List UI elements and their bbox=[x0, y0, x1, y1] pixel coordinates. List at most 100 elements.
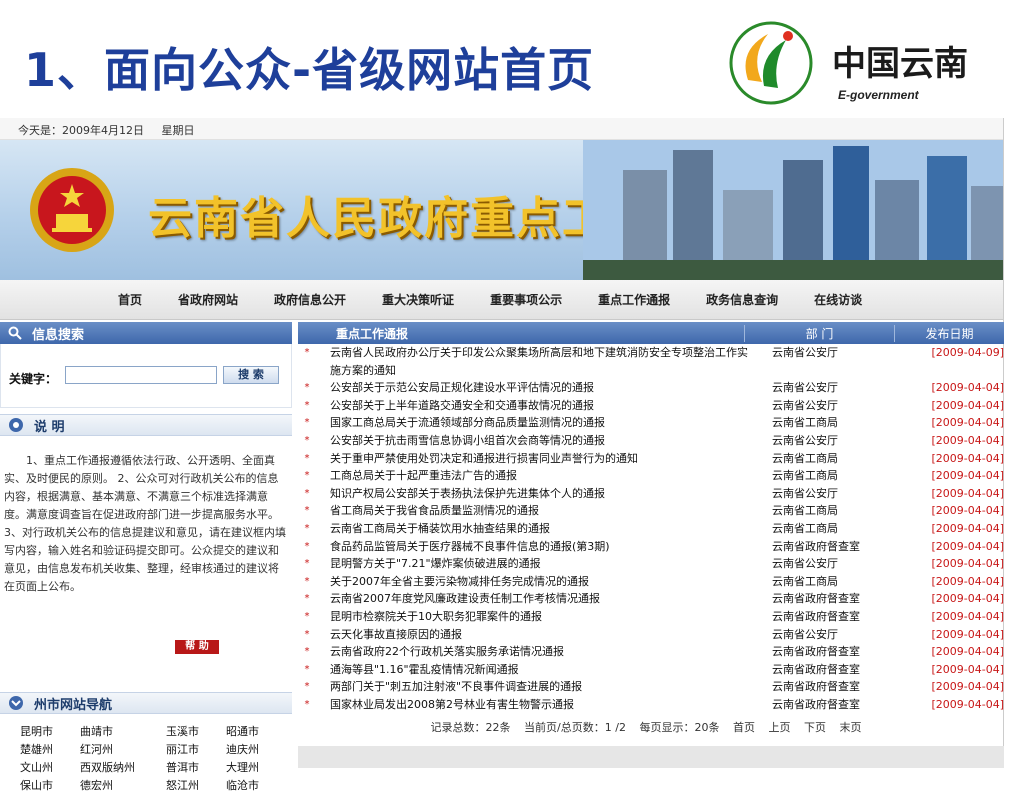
per-page: 每页显示：20条 bbox=[639, 721, 720, 735]
help-button[interactable]: 帮 助 bbox=[175, 640, 219, 654]
table-row[interactable]: * 公安部关于示范公安局正规化建设水平评估情况的通报 云南省公安厅 [2009-04-… bbox=[298, 379, 1005, 397]
table-row[interactable]: * 关于2007年全省主要污染物减排任务完成情况的通报 云南省工商局 [2009-04… bbox=[298, 573, 1005, 591]
row-date: [2009-04-04] bbox=[931, 433, 1004, 447]
city-nav-panel: 州市网站导航 昆明市 曲靖市 玉溪市 昭通市 楚雄州 红河州 丽江市 迪庆州 文… bbox=[0, 692, 292, 794]
table-row[interactable]: * 昆明警方关于"7.21"爆炸案侦破进展的通报 云南省公安厅 [2009-04-04… bbox=[298, 555, 1005, 573]
search-button[interactable]: 搜 索 bbox=[223, 366, 279, 384]
row-title-link[interactable]: 两部门关于"刺五加注射液"不良事件调查进展的通报 bbox=[316, 678, 756, 696]
keyword-label: 关键字： bbox=[9, 372, 58, 386]
row-title-link[interactable]: 云天化事故直接原因的通报 bbox=[316, 626, 756, 644]
bullet-star-icon: * bbox=[304, 593, 310, 605]
bullet-star-icon: * bbox=[304, 540, 310, 552]
row-title-link[interactable]: 关于重申严禁使用处罚决定和通报进行损害同业声誉行为的通知 bbox=[316, 450, 756, 468]
city-link[interactable]: 西双版纳州 bbox=[80, 760, 166, 776]
city-link[interactable]: 大理州 bbox=[226, 760, 286, 776]
table-row[interactable]: * 知识产权局公安部关于表扬执法保护先进集体个人的通报 云南省公安厅 [2009-04… bbox=[298, 485, 1005, 503]
nav-hearing[interactable]: 重大决策听证 bbox=[382, 291, 454, 308]
row-title-link[interactable]: 国家工商总局关于流通领域部分商品质量监测情况的通报 bbox=[316, 414, 756, 432]
table-row[interactable]: * 云天化事故直接原因的通报 云南省公安厅 [2009-04-04] bbox=[298, 626, 1005, 644]
national-emblem-icon bbox=[30, 168, 114, 252]
city-link[interactable]: 玉溪市 bbox=[166, 724, 226, 740]
row-dept: 云南省工商局 bbox=[772, 451, 838, 465]
table-row[interactable]: * 通海等县"1.16"霍乱疫情情况新闻通报 云南省政府督查室 [2009-04-04… bbox=[298, 661, 1005, 679]
city-link[interactable]: 临沧市 bbox=[226, 778, 286, 794]
table-row[interactable]: * 省工商局关于我省食品质量监测情况的通报 云南省工商局 [2009-04-04] bbox=[298, 502, 1005, 520]
city-link[interactable]: 昭通市 bbox=[226, 724, 286, 740]
city-link[interactable]: 德宏州 bbox=[80, 778, 166, 794]
city-link[interactable]: 普洱市 bbox=[166, 760, 226, 776]
nav-info-disclosure[interactable]: 政府信息公开 bbox=[274, 291, 346, 308]
nav-online-interview[interactable]: 在线访谈 bbox=[814, 291, 862, 308]
city-link[interactable]: 保山市 bbox=[20, 778, 80, 794]
table-row[interactable]: * 云南省2007年度党风廉政建设责任制工作考核情况通报 云南省政府督查室 [2009… bbox=[298, 590, 1005, 608]
first-page-link[interactable]: 首页 bbox=[733, 721, 755, 734]
weekday-label: 星期日 bbox=[161, 124, 195, 137]
left-sidebar: 信息搜索 关键字： 搜 索 说 明 1、重点工作通报遵循依法行政、公开透明、全面… bbox=[0, 322, 292, 792]
nav-key-work[interactable]: 重点工作通报 bbox=[598, 291, 670, 308]
table-row[interactable]: * 云南省工商局关于桶装饮用水抽查结果的通报 云南省工商局 [2009-04-04] bbox=[298, 520, 1005, 538]
info-icon bbox=[9, 418, 23, 432]
row-title-link[interactable]: 国家林业局发出2008第2号林业有害生物警示通报 bbox=[316, 696, 756, 714]
column-header-dept: 部 门 bbox=[744, 324, 894, 342]
site-banner: 云南省人民政府重点工作通报 bbox=[0, 140, 1003, 280]
row-title-link[interactable]: 公安部关于上半年道路交通安全和交通事故情况的通报 bbox=[316, 397, 756, 415]
row-title-link[interactable]: 通海等县"1.16"霍乱疫情情况新闻通报 bbox=[316, 661, 756, 679]
row-title-link[interactable]: 知识产权局公安部关于表扬执法保护先进集体个人的通报 bbox=[316, 485, 756, 503]
next-page-link[interactable]: 下页 bbox=[804, 721, 826, 734]
city-link[interactable]: 昆明市 bbox=[20, 724, 80, 740]
row-title-link[interactable]: 昆明市检察院关于10大职务犯罪案件的通报 bbox=[316, 608, 756, 626]
table-row[interactable]: * 国家林业局发出2008第2号林业有害生物警示通报 云南省政府督查室 [2009-0… bbox=[298, 696, 1005, 714]
table-row[interactable]: * 云南省人民政府办公厅关于印发公众聚集场所高层和地下建筑消防安全专项整治工作实施… bbox=[298, 344, 1005, 379]
nav-province-site[interactable]: 省政府网站 bbox=[178, 291, 238, 308]
explain-text: 1、重点工作通报遵循依法行政、公开透明、全面真实、及时便民的原则。 2、公众可对… bbox=[4, 454, 286, 593]
column-header-title: 重点工作通报 bbox=[336, 326, 409, 341]
table-row[interactable]: * 公安部关于上半年道路交通安全和交通事故情况的通报 云南省公安厅 [2009-04-… bbox=[298, 397, 1005, 415]
website-page: 今天是：2009年4月12日 星期日 云南省人民政府重点工作通报 首页 省政府网… bbox=[0, 118, 1005, 792]
row-title-link[interactable]: 关于2007年全省主要污染物减排任务完成情况的通报 bbox=[316, 573, 756, 591]
last-page-link[interactable]: 末页 bbox=[839, 721, 861, 734]
row-title-link[interactable]: 云南省工商局关于桶装饮用水抽查结果的通报 bbox=[316, 520, 756, 538]
city-link[interactable]: 丽江市 bbox=[166, 742, 226, 758]
keyword-input[interactable] bbox=[65, 366, 217, 384]
bullet-star-icon: * bbox=[304, 347, 310, 358]
row-title-link[interactable]: 食品药品监管局关于医疗器械不良事件信息的通报(第3期) bbox=[316, 538, 756, 556]
nav-home[interactable]: 首页 bbox=[118, 291, 142, 308]
city-nav-header: 州市网站导航 bbox=[0, 692, 292, 714]
city-link[interactable]: 红河州 bbox=[80, 742, 166, 758]
row-date: [2009-04-04] bbox=[931, 680, 1004, 694]
row-title-link[interactable]: 公安部关于示范公安局正规化建设水平评估情况的通报 bbox=[316, 379, 756, 397]
nav-public-notice[interactable]: 重要事项公示 bbox=[490, 291, 562, 308]
city-link[interactable]: 怒江州 bbox=[166, 778, 226, 794]
row-title-link[interactable]: 公安部关于抗击雨雪信息协调小组首次会商等情况的通报 bbox=[316, 432, 756, 450]
row-dept: 云南省政府督查室 bbox=[772, 645, 860, 659]
bullet-star-icon: * bbox=[304, 382, 310, 394]
table-row[interactable]: * 两部门关于"刺五加注射液"不良事件调查进展的通报 云南省政府督查室 [2009-0… bbox=[298, 678, 1005, 696]
city-link[interactable]: 迪庆州 bbox=[226, 742, 286, 758]
table-row[interactable]: * 昆明市检察院关于10大职务犯罪案件的通报 云南省政府督查室 [2009-04-04… bbox=[298, 608, 1005, 626]
table-row[interactable]: * 食品药品监管局关于医疗器械不良事件信息的通报(第3期) 云南省政府督查室 [200… bbox=[298, 538, 1005, 556]
table-row[interactable]: * 国家工商总局关于流通领域部分商品质量监测情况的通报 云南省工商局 [2009-04… bbox=[298, 414, 1005, 432]
row-title-link[interactable]: 云南省人民政府办公厅关于印发公众聚集场所高层和地下建筑消防安全专项整治工作实施方… bbox=[316, 344, 756, 379]
city-link[interactable]: 曲靖市 bbox=[80, 724, 166, 740]
table-row[interactable]: * 公安部关于抗击雨雪信息协调小组首次会商等情况的通报 云南省公安厅 [2009-04… bbox=[298, 432, 1005, 450]
bullet-star-icon: * bbox=[304, 663, 310, 675]
row-date: [2009-04-04] bbox=[931, 627, 1004, 641]
city-link[interactable]: 楚雄州 bbox=[20, 742, 80, 758]
nav-info-query[interactable]: 政务信息查询 bbox=[706, 291, 778, 308]
bullet-star-icon: * bbox=[304, 399, 310, 411]
table-row[interactable]: * 云南省政府22个行政机关落实服务承诺情况通报 云南省政府督查室 [2009-04-… bbox=[298, 643, 1005, 661]
row-title-link[interactable]: 工商总局关于十起严重违法广告的通报 bbox=[316, 467, 756, 485]
row-title-link[interactable]: 云南省政府22个行政机关落实服务承诺情况通报 bbox=[316, 643, 756, 661]
bullet-star-icon: * bbox=[304, 628, 310, 640]
table-row[interactable]: * 关于重申严禁使用处罚决定和通报进行损害同业声誉行为的通知 云南省工商局 [2009… bbox=[298, 450, 1005, 468]
search-panel-title: 信息搜索 bbox=[32, 327, 85, 343]
prev-page-link[interactable]: 上页 bbox=[768, 721, 790, 734]
city-link[interactable]: 文山州 bbox=[20, 760, 80, 776]
date-bar: 今天是：2009年4月12日 星期日 bbox=[0, 118, 1003, 140]
row-dept: 云南省公安厅 bbox=[772, 557, 838, 571]
row-title-link[interactable]: 云南省2007年度党风廉政建设责任制工作考核情况通报 bbox=[316, 590, 756, 608]
row-title-link[interactable]: 省工商局关于我省食品质量监测情况的通报 bbox=[316, 502, 756, 520]
row-date: [2009-04-04] bbox=[931, 451, 1004, 465]
table-row[interactable]: * 工商总局关于十起严重违法广告的通报 云南省工商局 [2009-04-04] bbox=[298, 467, 1005, 485]
row-title-link[interactable]: 昆明警方关于"7.21"爆炸案侦破进展的通报 bbox=[316, 555, 756, 573]
